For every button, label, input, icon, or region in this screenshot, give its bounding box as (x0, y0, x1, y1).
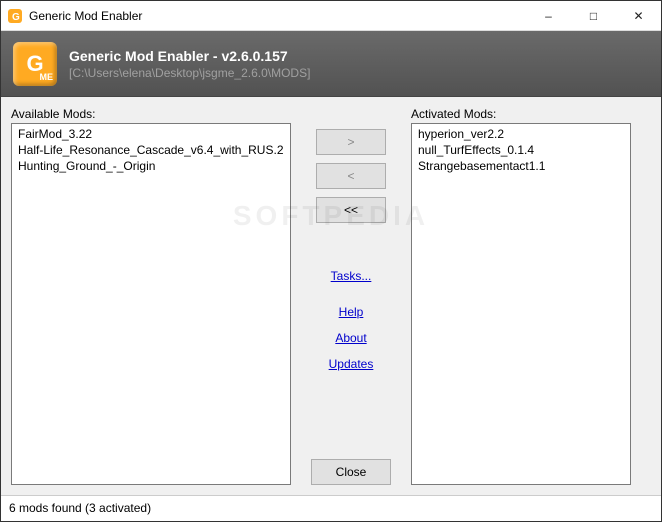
about-link[interactable]: About (335, 331, 366, 345)
activated-column: Activated Mods: hyperion_ver2.2null_Turf… (411, 107, 631, 485)
help-link[interactable]: Help (339, 305, 364, 319)
list-item[interactable]: FairMod_3.22 (12, 126, 290, 142)
tasks-link[interactable]: Tasks... (331, 269, 372, 283)
app-icon: G (7, 8, 23, 24)
deactivate-all-button[interactable]: << (316, 197, 386, 223)
status-text: 6 mods found (3 activated) (9, 501, 151, 515)
window-controls: ‒ □ ✕ (526, 1, 661, 30)
minimize-button[interactable]: ‒ (526, 1, 571, 30)
list-item[interactable]: hyperion_ver2.2 (412, 126, 630, 142)
activated-mods-list[interactable]: hyperion_ver2.2null_TurfEffects_0.1.4Str… (411, 123, 631, 485)
svg-text:G: G (12, 12, 20, 23)
center-controls: > < << Tasks... Help About Updates Close (291, 107, 411, 485)
list-item[interactable]: Strangebasementact1.1 (412, 158, 630, 174)
app-title: Generic Mod Enabler - v2.6.0.157 (69, 48, 310, 64)
mods-path: [C:\Users\elena\Desktop\jsgme_2.6.0\MODS… (69, 66, 310, 80)
available-label: Available Mods: (11, 107, 291, 121)
content-area: Available Mods: FairMod_3.22Half-Life_Re… (1, 97, 661, 495)
list-item[interactable]: Half-Life_Resonance_Cascade_v6.4_with_RU… (12, 142, 290, 158)
maximize-button[interactable]: □ (571, 1, 616, 30)
status-bar: 6 mods found (3 activated) (1, 495, 661, 519)
header-band: GME Generic Mod Enabler - v2.6.0.157 [C:… (1, 31, 661, 97)
list-item[interactable]: Hunting_Ground_-_Origin (12, 158, 290, 174)
titlebar: G Generic Mod Enabler ‒ □ ✕ (1, 1, 661, 31)
activated-label: Activated Mods: (411, 107, 631, 121)
close-window-button[interactable]: ✕ (616, 1, 661, 30)
header-text: Generic Mod Enabler - v2.6.0.157 [C:\Use… (69, 48, 310, 80)
activate-button[interactable]: > (316, 129, 386, 155)
list-item[interactable]: null_TurfEffects_0.1.4 (412, 142, 630, 158)
close-button[interactable]: Close (311, 459, 391, 485)
deactivate-button[interactable]: < (316, 163, 386, 189)
available-column: Available Mods: FairMod_3.22Half-Life_Re… (11, 107, 291, 485)
app-logo: GME (13, 42, 57, 86)
available-mods-list[interactable]: FairMod_3.22Half-Life_Resonance_Cascade_… (11, 123, 291, 485)
updates-link[interactable]: Updates (329, 357, 374, 371)
window-title: Generic Mod Enabler (29, 9, 526, 23)
